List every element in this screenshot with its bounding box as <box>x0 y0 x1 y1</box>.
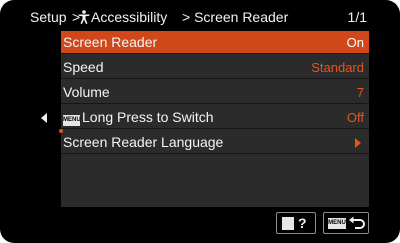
menu-item-label-text: Long Press to Switch <box>82 109 214 125</box>
breadcrumb-accessibility[interactable]: Accessibility <box>91 9 167 25</box>
breadcrumb-setup[interactable]: Setup <box>30 9 67 25</box>
menu-item-label: Screen Reader Language <box>63 134 224 150</box>
menu-item-screen-reader-language[interactable]: Screen Reader Language <box>59 129 369 154</box>
menu-item-value: 7 <box>356 85 364 100</box>
menu-item-volume[interactable]: Volume 7 <box>61 81 369 104</box>
focus-dot-icon <box>59 129 63 133</box>
menu-item-label: Speed <box>63 59 104 75</box>
menu-item-screen-reader[interactable]: Screen Reader On <box>61 31 369 54</box>
menu-item-label: Screen Reader <box>63 34 158 50</box>
menu-item-value: Standard <box>311 60 364 75</box>
help-question-icon: ? <box>298 215 307 231</box>
trash-icon <box>282 217 294 230</box>
camera-screen: Setup > Accessibility > Screen Reader 1/… <box>0 0 400 243</box>
menu-item-label: MENULong Press to Switch <box>63 109 214 126</box>
menu-list: Screen Reader On Speed Standard Volume 7… <box>59 31 369 207</box>
delete-help-button[interactable]: ? <box>276 212 316 234</box>
menu-item-label: Volume <box>63 84 110 100</box>
breadcrumb-screen-reader: > Screen Reader <box>182 9 289 25</box>
menu-back-button[interactable]: MENU <box>323 212 369 234</box>
return-arrow-icon <box>349 216 365 229</box>
page-left-arrow-icon[interactable] <box>41 113 47 123</box>
menu-button-icon: MENU <box>328 218 346 229</box>
menu-item-value: On <box>346 35 364 50</box>
header: Setup > Accessibility > Screen Reader 1/… <box>0 0 400 32</box>
triangle-right-icon <box>355 138 361 148</box>
menu-item-value: Off <box>346 110 364 125</box>
accessibility-icon <box>78 10 90 24</box>
menu-item-speed[interactable]: Speed Standard <box>61 56 369 79</box>
menu-button-icon: MENU <box>63 115 81 126</box>
page-count: 1/1 <box>347 9 367 25</box>
menu-item-long-press-to-switch[interactable]: MENULong Press to Switch Off <box>61 106 369 129</box>
